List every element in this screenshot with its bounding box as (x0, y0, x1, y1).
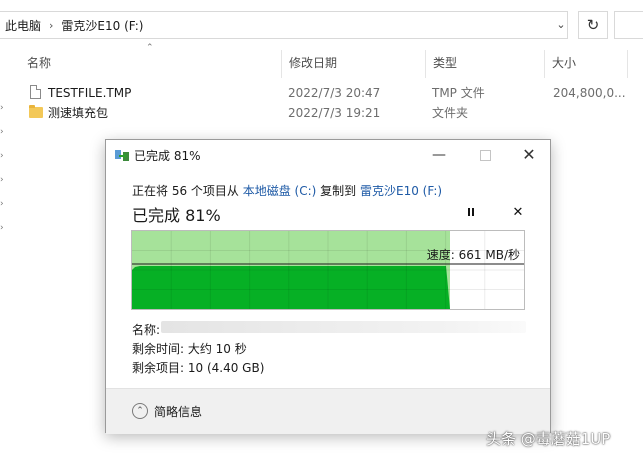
refresh-button[interactable]: ↻ (578, 11, 608, 39)
address-bar[interactable]: 此电脑 › 雷克沙E10 (F:) (0, 11, 568, 39)
speed-readout: 速度: 661 MB/秒 (426, 248, 520, 262)
current-file-name-redacted (161, 321, 526, 333)
column-header-name[interactable]: 名称 (20, 50, 282, 76)
nav-expand-icon[interactable]: › (0, 120, 8, 144)
speed-chart-canvas (132, 231, 524, 309)
dialog-footer: ⌃ 简略信息 (106, 388, 550, 434)
minimize-button[interactable]: — (416, 140, 462, 170)
copy-description: 正在将 56 个项目从 本地磁盘 (C:) 复制到 雷克沙E10 (F:) (132, 182, 442, 199)
file-date: 2022/7/3 19:21 (288, 106, 381, 120)
copy-progress-dialog: 已完成 81% — ✕ 正在将 56 个项目从 本地磁盘 (C:) 复制到 雷克… (105, 139, 551, 434)
dialog-title: 已完成 81% (134, 149, 201, 163)
file-name: TESTFILE.TMP (48, 86, 132, 100)
file-size: 204,800,0... (553, 86, 626, 100)
copy-progress-icon (115, 150, 129, 161)
progress-heading: 已完成 81% (132, 206, 221, 225)
file-type: 文件夹 (432, 106, 469, 120)
search-input[interactable] (614, 11, 643, 39)
cancel-button[interactable]: ✕ (509, 204, 527, 222)
document-icon (30, 85, 41, 99)
close-icon: ✕ (522, 145, 536, 164)
chevron-up-icon: ⌃ (132, 403, 148, 419)
copy-description-middle: 复制到 (320, 184, 357, 198)
nav-expand-icon[interactable]: › (0, 216, 8, 240)
throughput-area (132, 266, 450, 309)
transfer-speed-chart: 速度: 661 MB/秒 (131, 230, 525, 310)
nav-expand-icon[interactable]: › (0, 144, 8, 168)
column-header-date[interactable]: 修改日期 (282, 50, 425, 76)
column-header-type[interactable]: 类型 (426, 50, 544, 76)
folder-icon (29, 105, 43, 118)
items-remaining: 剩余项目: 10 (4.40 GB) (132, 361, 265, 375)
fewer-details-label: 简略信息 (154, 404, 203, 419)
time-remaining: 剩余时间: 大约 10 秒 (132, 342, 247, 356)
file-type: TMP 文件 (432, 86, 485, 100)
pause-button[interactable] (462, 204, 480, 222)
maximize-button (462, 140, 508, 170)
column-header-size[interactable]: 大小 (545, 50, 625, 76)
nav-expand-icon[interactable]: › (0, 168, 8, 192)
column-divider[interactable] (627, 50, 628, 78)
close-icon: ✕ (512, 205, 524, 220)
copy-description-prefix: 正在将 56 个项目从 (132, 184, 239, 198)
file-date: 2022/7/3 20:47 (288, 86, 381, 100)
watermark: 头条 @毒蘑菇1UP (486, 430, 611, 448)
refresh-icon: ↻ (586, 16, 600, 34)
nav-expand-icon[interactable]: › (0, 192, 8, 216)
source-drive-link[interactable]: 本地磁盘 (C:) (243, 184, 317, 198)
breadcrumb-this-pc[interactable]: 此电脑 (0, 17, 47, 34)
address-history-chevron-icon[interactable]: ⌄ (551, 14, 571, 36)
fewer-details-button[interactable]: ⌃ 简略信息 (132, 402, 202, 420)
file-row[interactable]: TESTFILE.TMP 2022/7/3 20:47 TMP 文件 204,8… (0, 83, 643, 103)
file-name-label: 名称: (132, 323, 161, 337)
file-name: 测速填充包 (48, 106, 109, 120)
breadcrumb-drive[interactable]: 雷克沙E10 (F:) (55, 17, 149, 34)
close-button[interactable]: ✕ (506, 140, 552, 170)
minimize-icon: — (432, 147, 446, 163)
file-row[interactable]: 测速填充包 2022/7/3 19:21 文件夹 (0, 103, 643, 123)
dialog-titlebar[interactable]: 已完成 81% — ✕ (106, 140, 550, 170)
breadcrumb-separator-icon: › (49, 18, 54, 32)
destination-drive-link[interactable]: 雷克沙E10 (F:) (360, 184, 442, 198)
